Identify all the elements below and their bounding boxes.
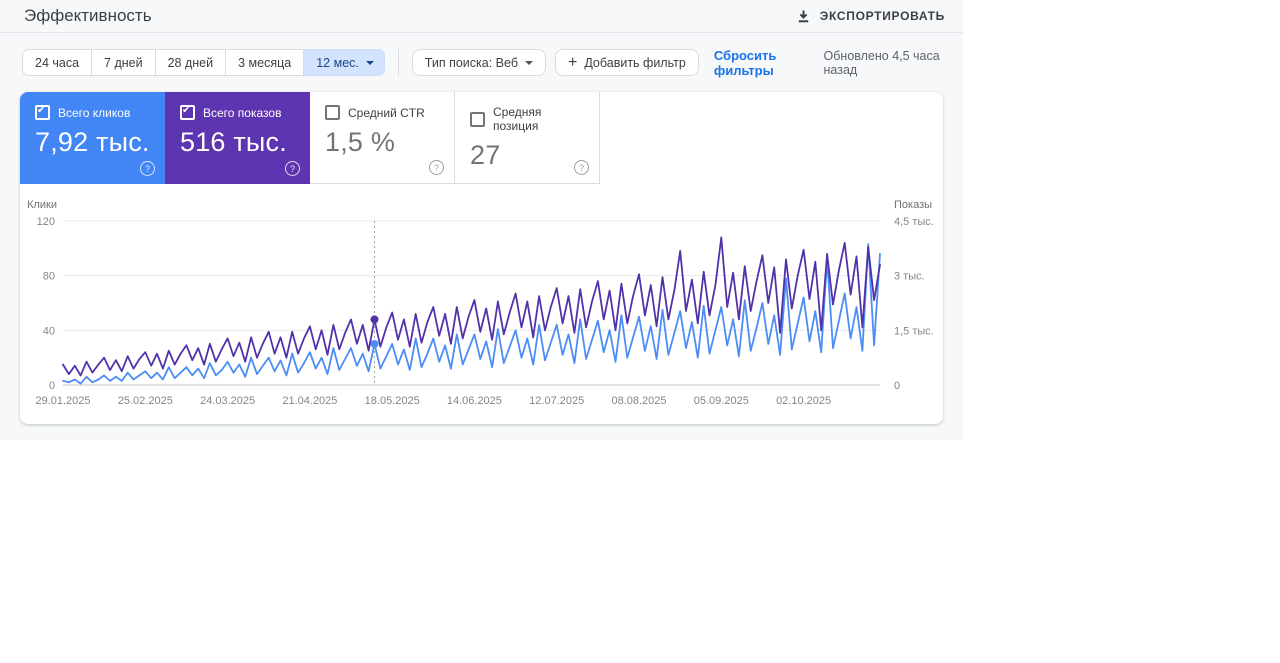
metric-header: Средний CTR (325, 105, 442, 120)
range-label: 3 месяца (238, 56, 291, 70)
svg-text:0: 0 (894, 380, 900, 392)
range-label: 12 мес. (316, 56, 359, 70)
metrics-chart-panel: Всего кликов 7,92 тыс. Всего показов 516… (20, 92, 943, 424)
range-28d-button[interactable]: 28 дней (155, 49, 227, 76)
metric-label: Средняя позиция (493, 105, 587, 133)
metric-card-average-ctr[interactable]: Средний CTR 1,5 % (310, 92, 455, 184)
svg-text:80: 80 (43, 271, 55, 283)
help-icon[interactable] (574, 160, 589, 175)
svg-text:18.05.2025: 18.05.2025 (365, 395, 420, 407)
reset-filters-link[interactable]: Сбросить фильтры (714, 48, 824, 78)
svg-text:Клики: Клики (27, 199, 57, 211)
metric-value: 7,92 тыс. (35, 127, 153, 158)
add-filter-label: Добавить фильтр (584, 56, 686, 70)
metric-card-average-position[interactable]: Средняя позиция 27 (455, 92, 600, 184)
date-range-group: 24 часа 7 дней 28 дней 3 месяца 12 мес. (22, 49, 385, 76)
svg-text:40: 40 (43, 325, 55, 337)
svg-text:120: 120 (37, 216, 55, 228)
svg-text:24.03.2025: 24.03.2025 (200, 395, 255, 407)
svg-text:29.01.2025: 29.01.2025 (35, 395, 90, 407)
top-bar: Эффективность ЭКСПОРТИРОВАТЬ (0, 0, 963, 33)
range-24h-button[interactable]: 24 часа (22, 49, 92, 76)
metric-value: 516 тыс. (180, 127, 298, 158)
svg-text:1,5 тыс.: 1,5 тыс. (894, 325, 934, 337)
svg-text:02.10.2025: 02.10.2025 (776, 395, 831, 407)
svg-text:08.08.2025: 08.08.2025 (611, 395, 666, 407)
range-label: 28 дней (168, 56, 214, 70)
vertical-divider (398, 49, 399, 76)
download-icon (796, 9, 811, 24)
range-label: 24 часа (35, 56, 79, 70)
help-icon[interactable] (429, 160, 444, 175)
range-3m-button[interactable]: 3 месяца (225, 49, 304, 76)
metric-label: Средний CTR (348, 106, 425, 120)
range-7d-button[interactable]: 7 дней (91, 49, 156, 76)
help-icon[interactable] (285, 161, 300, 176)
svg-text:25.02.2025: 25.02.2025 (118, 395, 173, 407)
checkbox-unchecked-icon[interactable] (325, 105, 340, 120)
metric-header: Всего показов (180, 105, 298, 120)
chevron-down-icon (525, 61, 533, 65)
svg-text:14.06.2025: 14.06.2025 (447, 395, 502, 407)
app-window: Эффективность ЭКСПОРТИРОВАТЬ 24 часа 7 д… (0, 0, 1280, 663)
svg-text:Показы: Показы (894, 199, 932, 211)
performance-report: Эффективность ЭКСПОРТИРОВАТЬ 24 часа 7 д… (0, 0, 963, 440)
svg-text:4,5 тыс.: 4,5 тыс. (894, 216, 934, 228)
last-updated-text: Обновлено 4,5 часа назад (824, 49, 957, 77)
plus-icon (568, 56, 577, 70)
performance-chart[interactable]: 0 0 40 1,5 тыс. 80 3 тыс. 120 4,5 тыс. Клики Пока… (20, 184, 943, 424)
checkbox-checked-icon[interactable] (35, 105, 50, 120)
metric-header: Всего кликов (35, 105, 153, 120)
svg-text:12.07.2025: 12.07.2025 (529, 395, 584, 407)
help-icon[interactable] (140, 161, 155, 176)
svg-text:0: 0 (49, 380, 55, 392)
range-12m-button[interactable]: 12 мес. (303, 49, 385, 76)
metric-label: Всего кликов (58, 106, 130, 120)
metric-header: Средняя позиция (470, 105, 587, 133)
export-button[interactable]: ЭКСПОРТИРОВАТЬ (794, 5, 947, 28)
page-title: Эффективность (24, 6, 152, 26)
metric-card-total-impressions[interactable]: Всего показов 516 тыс. (165, 92, 310, 184)
chevron-down-icon (366, 61, 374, 65)
svg-text:05.09.2025: 05.09.2025 (694, 395, 749, 407)
metric-value: 27 (470, 140, 587, 171)
checkbox-unchecked-icon[interactable] (470, 112, 485, 127)
metric-label: Всего показов (203, 106, 281, 120)
range-label: 7 дней (104, 56, 143, 70)
svg-text:21.04.2025: 21.04.2025 (282, 395, 337, 407)
checkbox-checked-icon[interactable] (180, 105, 195, 120)
filter-bar: 24 часа 7 дней 28 дней 3 месяца 12 мес. (22, 49, 957, 76)
search-type-filter-button[interactable]: Тип поиска: Веб (412, 49, 546, 76)
metric-card-total-clicks[interactable]: Всего кликов 7,92 тыс. (20, 92, 165, 184)
metric-value: 1,5 % (325, 127, 442, 158)
search-type-label: Тип поиска: Веб (425, 56, 518, 70)
add-filter-button[interactable]: Добавить фильтр (555, 49, 699, 76)
svg-text:3 тыс.: 3 тыс. (894, 271, 925, 283)
metric-cards-row: Всего кликов 7,92 тыс. Всего показов 516… (20, 92, 943, 184)
export-button-label: ЭКСПОРТИРОВАТЬ (820, 9, 945, 23)
